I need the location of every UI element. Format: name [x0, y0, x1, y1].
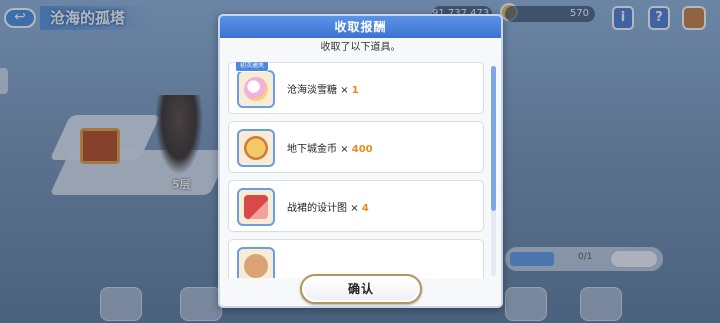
item-label: 地下城金币 × 400 — [287, 140, 373, 155]
item-mult: × — [340, 85, 349, 96]
scrollbar-thumb[interactable] — [491, 66, 496, 211]
list-item: 地下城金币 × 400 — [228, 121, 484, 173]
item-quantity: 1 — [351, 85, 359, 96]
item-mult: × — [340, 144, 349, 155]
list-item — [228, 239, 484, 278]
item-icon — [237, 247, 275, 278]
item-quantity: 400 — [351, 144, 373, 155]
first-clear-badge: 初次通关 — [235, 62, 270, 72]
list-item: 战裙的设计图 × 4 — [228, 180, 484, 232]
design-icon — [237, 188, 275, 226]
item-label: 战裙的设计图 × 4 — [287, 199, 369, 214]
item-name: 战裙的设计图 — [287, 203, 347, 214]
coin-icon — [237, 129, 275, 167]
item-name: 沧海淡雪糖 — [287, 85, 337, 96]
list-item: 初次通关 沧海淡雪糖 × 1 — [228, 62, 484, 114]
item-name: 地下城金币 — [287, 144, 337, 155]
item-mult: × — [350, 203, 359, 214]
reward-list[interactable]: 初次通关 沧海淡雪糖 × 1 地下城金币 × 400 战裙的设计图 × 4 — [228, 62, 496, 278]
dialog-subtitle: 收取了以下道具。 — [320, 42, 401, 53]
confirm-button-frame: 确认 — [300, 274, 422, 304]
reward-dialog: 收取报酬 收取了以下道具。 初次通关 沧海淡雪糖 × 1 地下城金币 × 400… — [218, 14, 503, 308]
confirm-button[interactable]: 确认 — [304, 278, 418, 300]
item-quantity: 4 — [361, 203, 369, 214]
scrollbar[interactable] — [491, 66, 496, 276]
dialog-title: 收取报酬 — [220, 16, 501, 38]
candy-icon — [237, 70, 275, 108]
item-label: 沧海淡雪糖 × 1 — [287, 81, 359, 96]
